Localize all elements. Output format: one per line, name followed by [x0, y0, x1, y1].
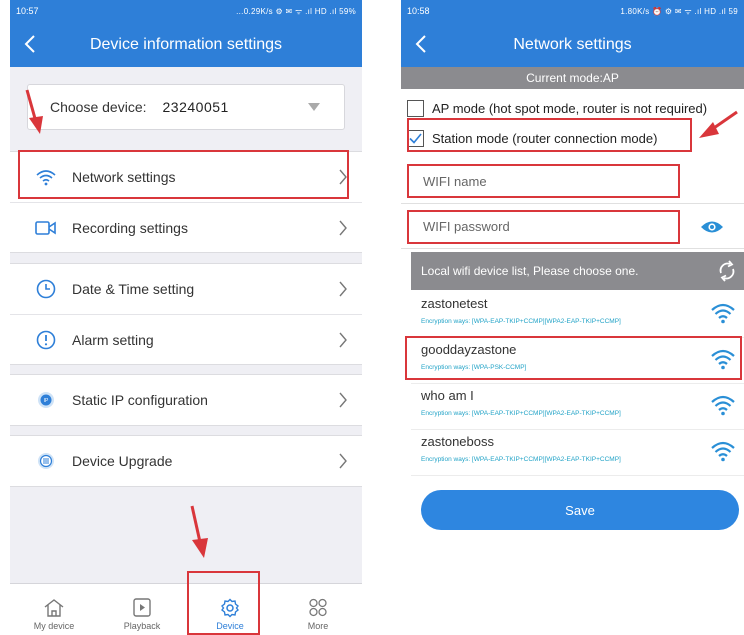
status-time: 10:57 [16, 6, 39, 16]
device-settings-screen: 10:57 ...0.29K/s ⚙ ✉ ᯤ .ıl HD .ıl 59% De… [10, 0, 362, 635]
chevron-right-icon [339, 453, 347, 469]
wifi-signal-icon [711, 303, 735, 324]
status-bar: 10:58 1.80K/s ⏰ ⚙ ✉ ᯤ .ıl HD .ıl 59 [401, 0, 744, 22]
refresh-icon[interactable] [716, 260, 738, 282]
wifi-list-header: Local wifi device list, Please choose on… [411, 252, 744, 290]
grid-icon [309, 598, 327, 617]
title-bar: Network settings [401, 22, 744, 67]
device-label: Choose device: [50, 99, 147, 115]
annotation-arrow [25, 89, 43, 134]
menu-group-2: Date & Time setting Alarm setting [10, 263, 362, 365]
save-button[interactable]: Save [421, 490, 739, 530]
ap-mode-label: AP mode (hot spot mode, router is not re… [432, 100, 708, 116]
upgrade-icon [34, 449, 58, 473]
menu-item-label: Alarm setting [72, 331, 154, 348]
menu-group-4: Device Upgrade [10, 435, 362, 487]
wifi-ssid: who am I [421, 388, 474, 403]
menu-item-recording-settings[interactable]: Recording settings [10, 202, 362, 252]
wifi-list-item[interactable]: zastonetest Encryption ways: [WPA-EAP-TK… [411, 292, 744, 338]
current-mode-bar: Current mode:AP [401, 67, 744, 89]
wifi-encryption: Encryption ways: [WPA-EAP-TKIP+CCMP][WPA… [421, 410, 621, 417]
chevron-right-icon [339, 392, 347, 408]
menu-item-static-ip[interactable]: IP Static IP configuration [10, 375, 362, 425]
network-settings-screen: 10:58 1.80K/s ⏰ ⚙ ✉ ᯤ .ıl HD .ıl 59 Netw… [401, 0, 744, 635]
wifi-list-item[interactable]: who am I Encryption ways: [WPA-EAP-TKIP+… [411, 384, 744, 430]
ip-icon: IP [34, 388, 58, 412]
wifi-list-item[interactable]: zastoneboss Encryption ways: [WPA-EAP-TK… [411, 430, 744, 476]
tab-label: My device [33, 621, 75, 631]
title-bar: Device information settings [10, 22, 362, 67]
ap-mode-checkbox[interactable] [407, 99, 424, 117]
status-indicators: ...0.29K/s ⚙ ✉ ᯤ .ıl HD .ıl 59% [236, 6, 356, 16]
eye-icon[interactable] [700, 219, 724, 235]
back-arrow-icon[interactable] [20, 33, 42, 55]
svg-text:IP: IP [44, 398, 49, 404]
wifi-encryption: Encryption ways: [WPA-EAP-TKIP+CCMP][WPA… [421, 456, 621, 463]
device-value: 23240051 [162, 99, 229, 115]
bottom-tab-bar: My device Playback Device More [10, 583, 362, 635]
menu-group-3: IP Static IP configuration [10, 374, 362, 426]
menu-item-device-upgrade[interactable]: Device Upgrade [10, 436, 362, 486]
highlight-device-tab [187, 571, 260, 635]
chevron-right-icon [339, 281, 347, 297]
tab-my-device[interactable]: My device [10, 584, 98, 635]
wifi-signal-icon [711, 395, 735, 416]
menu-item-date-time[interactable]: Date & Time setting [10, 264, 362, 314]
menu-item-label: Date & Time setting [72, 281, 195, 297]
page-title: Device information settings [89, 35, 283, 53]
tab-playback[interactable]: Playback [98, 584, 186, 635]
menu-item-label: Static IP configuration [72, 392, 208, 408]
tab-label: Playback [123, 621, 161, 631]
wifi-ssid: zastoneboss [421, 434, 494, 449]
dropdown-arrow-icon[interactable] [308, 103, 320, 111]
highlight-station-mode [407, 118, 692, 152]
highlight-wifi-name [407, 164, 680, 198]
wifi-encryption: Encryption ways: [WPA-EAP-TKIP+CCMP][WPA… [421, 318, 621, 325]
highlight-network-settings [18, 150, 349, 199]
wifi-ssid: zastonetest [421, 296, 488, 311]
clock-icon [34, 277, 58, 301]
alert-icon [34, 328, 58, 352]
home-icon [44, 599, 64, 617]
highlight-wifi-password [407, 210, 680, 244]
back-arrow-icon[interactable] [411, 33, 433, 55]
wifi-list-header-text: Local wifi device list, Please choose on… [421, 264, 639, 278]
tab-label: More [307, 621, 329, 631]
tab-more[interactable]: More [274, 584, 362, 635]
annotation-arrow [699, 110, 738, 138]
device-selector[interactable]: Choose device: 23240051 [27, 84, 345, 130]
menu-item-label: Recording settings [72, 219, 188, 236]
highlight-selected-network [405, 336, 742, 380]
chevron-right-icon [339, 220, 347, 236]
status-bar: 10:57 ...0.29K/s ⚙ ✉ ᯤ .ıl HD .ıl 59% [10, 0, 362, 22]
status-time: 10:58 [407, 6, 430, 16]
menu-item-alarm[interactable]: Alarm setting [10, 314, 362, 364]
wifi-signal-icon [711, 441, 735, 462]
annotation-arrow [190, 505, 208, 558]
status-indicators: 1.80K/s ⏰ ⚙ ✉ ᯤ .ıl HD .ıl 59 [620, 6, 738, 16]
chevron-right-icon [339, 332, 347, 348]
menu-item-label: Device Upgrade [72, 453, 173, 469]
play-icon [133, 598, 151, 617]
video-icon [34, 216, 58, 240]
page-title: Network settings [513, 35, 632, 53]
